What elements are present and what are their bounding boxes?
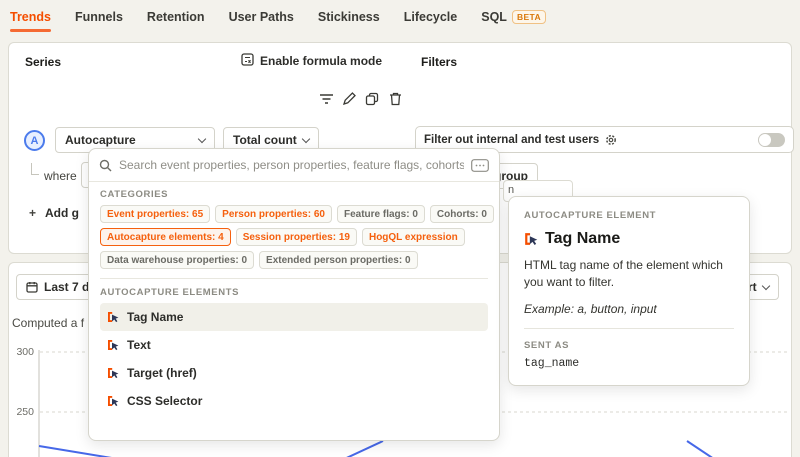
enable-formula-mode-label: Enable formula mode (260, 54, 383, 68)
definition-title: Tag Name (545, 230, 621, 247)
property-item-label: Text (127, 338, 151, 352)
filters-heading: Filters (421, 55, 458, 69)
tab-sql[interactable]: SQL BETA (481, 10, 547, 24)
autocapture-icon (107, 367, 119, 379)
add-graph-series-button[interactable]: + Add g (29, 206, 79, 220)
autocapture-elements-list: Tag Name Text Target (href) CSS Selector (100, 303, 488, 415)
add-graph-series-label: Add g (45, 206, 80, 220)
categories-heading: CATEGORIES (100, 189, 169, 200)
tab-trends[interactable]: Trends (10, 10, 51, 32)
series-filter-icon[interactable] (317, 90, 335, 108)
category-pill[interactable]: Session properties: 19 (235, 228, 357, 246)
formula-icon (241, 53, 254, 69)
autocapture-icon (524, 232, 538, 246)
enable-formula-mode-button[interactable]: Enable formula mode (241, 53, 382, 69)
definition-title-row: Tag Name (524, 230, 734, 248)
tab-label: SQL (481, 10, 507, 24)
property-search-input[interactable] (119, 158, 464, 172)
gear-icon[interactable] (605, 134, 617, 146)
plus-icon: + (29, 206, 37, 220)
category-pill-row: Data warehouse properties: 0 Extended per… (100, 251, 488, 269)
property-item-text[interactable]: Text (100, 331, 488, 359)
tab-stickiness[interactable]: Stickiness (318, 10, 380, 24)
autocapture-icon (107, 395, 119, 407)
tab-label: User Paths (228, 10, 294, 24)
chevron-down-icon (761, 281, 770, 290)
chevron-down-icon (301, 134, 311, 143)
definition-description: HTML tag name of the element which you w… (524, 258, 723, 290)
chevron-down-icon (197, 134, 207, 143)
category-pill[interactable]: HogQL expression (361, 228, 465, 246)
series-heading: Series (25, 55, 62, 69)
app-window: Trends Funnels Retention User Paths Stickine… (0, 0, 800, 457)
property-item-target-href-[interactable]: Target (href) (100, 359, 488, 387)
computed-status-text: Computed a f (12, 316, 85, 330)
toggle-knob (759, 133, 771, 146)
property-item-label: Tag Name (127, 310, 184, 324)
tab-funnels[interactable]: Funnels (75, 10, 123, 24)
tab-label: Lifecycle (403, 10, 458, 24)
tab-user-paths[interactable]: User Paths (229, 10, 294, 24)
delete-series-icon[interactable] (386, 90, 404, 108)
category-pill-row: Autocapture elements: 4 Session propertie… (100, 228, 488, 246)
category-pill[interactable]: Data warehouse properties: 0 (100, 251, 255, 269)
category-pill[interactable]: Autocapture elements: 4 (100, 228, 231, 246)
where-label: where (44, 169, 77, 183)
calendar-icon (26, 281, 38, 293)
tab-label: Retention (146, 10, 205, 24)
category-pill[interactable]: Event properties: 65 (100, 205, 211, 223)
category-pill[interactable]: Feature flags: 0 (336, 205, 425, 223)
duplicate-series-icon[interactable] (363, 90, 381, 108)
tab-retention[interactable]: Retention (147, 10, 205, 24)
series-letter-badge: A (24, 130, 45, 151)
y-axis-tick-250: 250 (16, 406, 34, 418)
autocapture-icon (107, 311, 119, 323)
category-pill[interactable]: Extended person properties: 0 (259, 251, 418, 269)
internal-test-users-label: Filter out internal and test users (424, 133, 600, 146)
property-search-popup: CATEGORIES Event properties: 65Person pr… (88, 148, 500, 441)
property-definition-panel: AUTOCAPTURE ELEMENT Tag Name HTML tag na… (508, 196, 750, 386)
internal-test-users-toggle[interactable] (758, 132, 785, 147)
insight-tab-bar: Trends Funnels Retention User Paths Stickine… (10, 10, 547, 32)
category-pill[interactable]: Person properties: 60 (215, 205, 332, 223)
y-axis-tick-300: 300 (16, 346, 34, 358)
sent-as-heading: SENT AS (524, 339, 570, 351)
autocapture-elements-heading: AUTOCAPTURE ELEMENTS (100, 278, 488, 298)
edit-series-icon[interactable] (340, 90, 358, 108)
tab-lifecycle[interactable]: Lifecycle (404, 10, 458, 24)
tab-label: Funnels (75, 10, 123, 24)
property-item-label: Target (href) (127, 366, 197, 380)
keyboard-hint-icon (471, 158, 489, 172)
tab-label: Stickiness (317, 10, 380, 24)
sent-as-value: tag_name (524, 356, 580, 370)
aggregation-select-value: Total count (233, 133, 297, 147)
category-pill-row: Event properties: 65 Person properties: 6… (100, 205, 494, 223)
property-search-row (89, 149, 499, 182)
category-pill-rows: Event properties: 65 Person properties: 6… (100, 205, 494, 269)
definition-divider (524, 327, 734, 329)
property-item-css-selector[interactable]: CSS Selector (100, 387, 488, 415)
where-connector (31, 163, 39, 175)
beta-badge: BETA (511, 10, 547, 24)
definition-example: Example: a, button, input (524, 301, 657, 316)
search-icon (99, 159, 112, 172)
definition-kicker: AUTOCAPTURE ELEMENT (524, 210, 657, 221)
category-pill[interactable]: Cohorts: 0 (429, 205, 494, 223)
event-select-value: Autocapture (65, 133, 136, 147)
property-item-label: CSS Selector (127, 394, 203, 408)
property-item-tag-name[interactable]: Tag Name (100, 303, 488, 331)
autocapture-icon (107, 339, 119, 351)
tab-label: Trends (10, 10, 51, 24)
